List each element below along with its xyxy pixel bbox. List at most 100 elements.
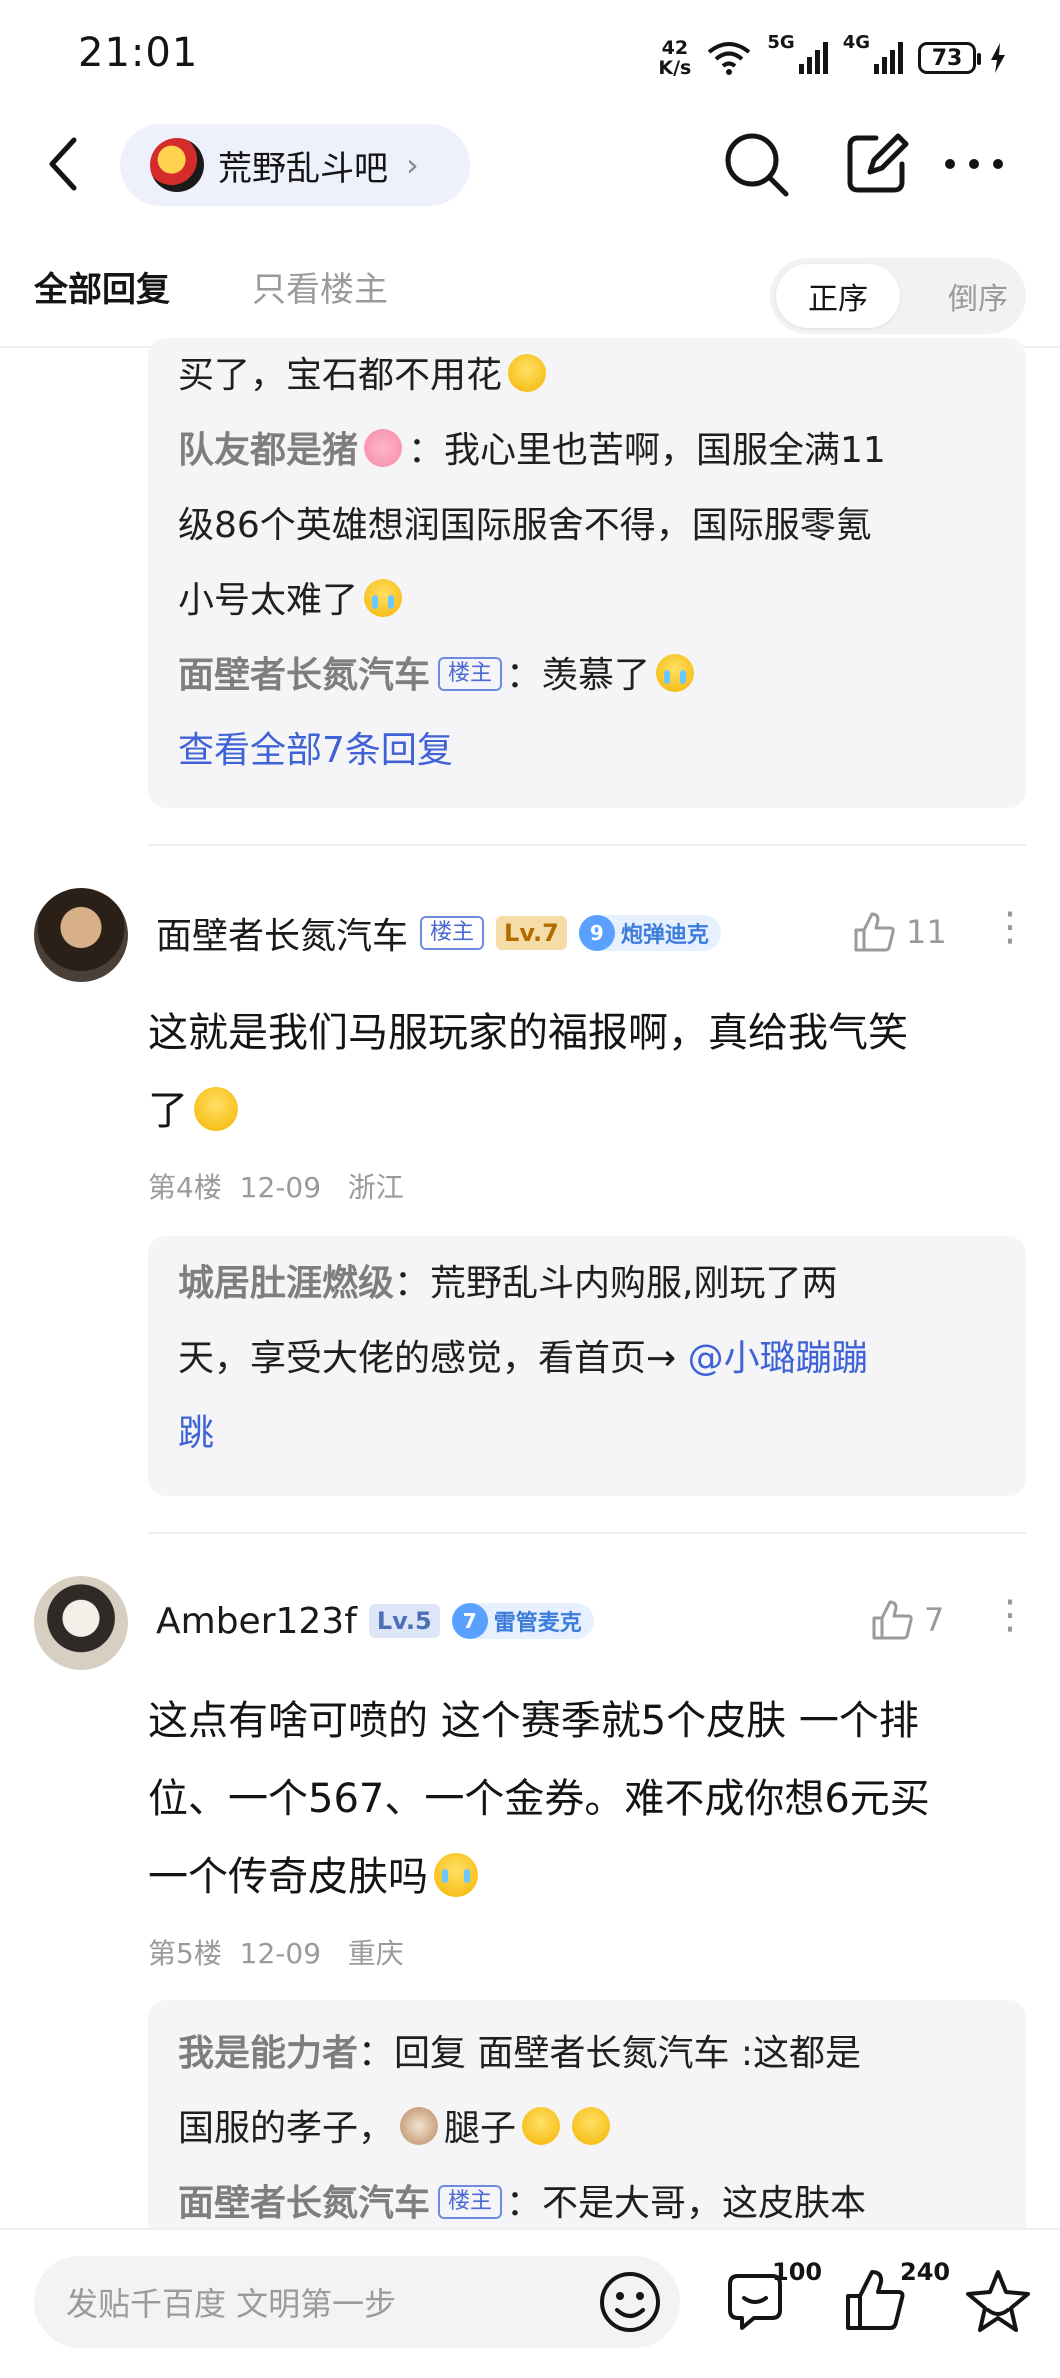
battery-icon: 73 — [918, 42, 981, 74]
crying-emoji-icon — [364, 579, 403, 617]
post-divider — [148, 1532, 1026, 1534]
level-badge: Lv.7 — [496, 916, 567, 950]
reply-author[interactable]: 我是能力者 — [178, 2033, 358, 2074]
net-speed-unit: K/s — [658, 57, 692, 79]
smile-emoji-icon — [522, 2107, 561, 2145]
reply-line: 级86个英雄想润国际服舍不得，国际服零氪 — [178, 488, 996, 563]
post-text: 一个传奇皮肤吗 — [148, 1854, 428, 1900]
comment-count: 100 — [772, 2258, 823, 2286]
comment-input[interactable]: 发贴千百度 文明第一步 — [34, 2256, 680, 2348]
reply-author[interactable]: 队友都是猪 — [178, 430, 358, 471]
reply-text: 买了，宝石都不用花 — [178, 355, 503, 396]
sort-toggle: 正序 倒序 — [770, 258, 1026, 334]
tab-owner-only[interactable]: 只看楼主 — [252, 262, 388, 311]
view-all-replies-link[interactable]: 查看全部7条回复 — [178, 730, 453, 771]
medal-name: 雷管麦克 — [493, 1611, 582, 1636]
like-count: 11 — [906, 913, 947, 951]
post-location: 浙江 — [347, 1171, 404, 1204]
like-button[interactable]: 7 — [870, 1598, 944, 1642]
status-time: 21:01 — [78, 30, 199, 76]
more-vertical-icon[interactable]: ⋮ — [990, 904, 1030, 950]
avatar[interactable] — [34, 1576, 128, 1670]
username[interactable]: Amber123f — [156, 1601, 357, 1642]
owner-tag: 楼主 — [438, 657, 503, 691]
medal-badge: 9 炮弹迪克 — [578, 915, 721, 951]
post-date: 12-09 — [239, 1171, 322, 1204]
bottom-like-button[interactable]: 240 — [840, 2258, 950, 2342]
owner-tag: 楼主 — [420, 916, 485, 950]
yum-emoji-icon — [508, 354, 547, 392]
owner-tag: 楼主 — [438, 2185, 503, 2219]
medal-number: 7 — [451, 1603, 488, 1639]
reply-text: ：我心里也苦啊，国服全满11 — [408, 430, 886, 471]
smile-emoji-icon — [572, 2107, 611, 2145]
sort-desc-button[interactable]: 倒序 — [948, 264, 1008, 328]
thumbs-up-icon — [854, 912, 895, 952]
laughing-emoji-icon — [194, 1087, 238, 1131]
username[interactable]: 面壁者长氮汽车 — [156, 907, 408, 959]
reply-box-floor-3[interactable]: 买了，宝石都不用花 队友都是猪 ：我心里也苦啊，国服全满11 级86个英雄想润国际… — [148, 338, 1026, 808]
status-icons: 42 K/s 5G 4G 73 — [658, 32, 1006, 84]
emoji-icon[interactable] — [590, 2262, 670, 2342]
network-speed: 42 K/s — [658, 38, 691, 78]
forum-logo — [150, 138, 204, 192]
post-text-line: 这点有啥可喷的 这个赛季就5个皮肤 一个排 — [148, 1698, 919, 1744]
level-badge: Lv.5 — [368, 1604, 440, 1638]
battery-level: 73 — [931, 45, 963, 71]
comments-button[interactable]: 100 — [720, 2258, 830, 2342]
like-count: 7 — [924, 1601, 945, 1639]
post-user-row: 面壁者长氮汽车 楼主 Lv.7 9 炮弹迪克 — [156, 908, 721, 958]
reply-text: ：回复 面壁者长氮汽车 :这都是 — [358, 2033, 862, 2074]
post-content: 这就是我们马服玩家的福报啊，真给我气笑 了 — [148, 994, 1008, 1150]
edit-icon[interactable] — [840, 128, 912, 200]
reply-line: 面壁者长氮汽车 楼主 ：羡慕了 — [178, 638, 996, 713]
reply-text: 腿子 — [444, 2108, 517, 2149]
thumbs-up-icon — [872, 1600, 913, 1640]
reply-box-floor-5[interactable]: 我是能力者：回复 面壁者长氮汽车 :这都是 国服的孝子， 腿子 面壁者长氮汽车 楼主… — [148, 2000, 1026, 2260]
post-location: 重庆 — [347, 1937, 404, 1970]
sort-asc-button[interactable]: 正序 — [776, 264, 900, 328]
reply-line: 查看全部7条回复 — [178, 713, 996, 788]
charging-icon — [991, 43, 1005, 73]
post-text-line: 位、一个567、一个金券。难不成你想6元买 — [148, 1776, 930, 1822]
signal-5g-label: 5G — [767, 32, 795, 53]
comment-input-placeholder: 发贴千百度 文明第一步 — [66, 2285, 397, 2323]
reply-text: 级86个英雄想润国际服舍不得，国际服零氪 — [178, 505, 872, 546]
star-icon[interactable] — [958, 2262, 1038, 2342]
reply-author[interactable]: 城居肚涯燃级 — [178, 1263, 394, 1304]
forum-chip[interactable]: 荒野乱斗吧 › — [120, 124, 470, 206]
reply-line: 我是能力者：回复 面壁者长氮汽车 :这都是 — [178, 2016, 996, 2091]
reply-text: 小号太难了 — [178, 580, 359, 621]
floor-number: 第4楼 — [148, 1171, 222, 1204]
signal-icon — [798, 42, 828, 74]
reply-line: 天，享受大佬的感觉，看首页→ @小璐蹦蹦 — [178, 1321, 996, 1396]
post-text-line: 这就是我们马服玩家的福报啊，真给我气笑 — [148, 1010, 908, 1056]
search-icon[interactable] — [720, 128, 792, 200]
post-divider — [148, 844, 1026, 846]
more-vertical-icon[interactable]: ⋮ — [990, 1592, 1030, 1638]
medal-number: 9 — [578, 915, 615, 951]
post-user-row: Amber123f Lv.5 7 雷管麦克 — [156, 1596, 594, 1646]
reply-text: ：羡慕了 — [506, 655, 651, 696]
floor-number: 第5楼 — [148, 1937, 222, 1970]
reply-box-floor-4[interactable]: 城居肚涯燃级：荒野乱斗内购服,刚玩了两 天，享受大佬的感觉，看首页→ @小璐蹦蹦… — [148, 1236, 1026, 1496]
avatar[interactable] — [34, 888, 128, 982]
like-button[interactable]: 11 — [852, 910, 947, 954]
reply-text: ：荒野乱斗内购服,刚玩了两 — [394, 1263, 838, 1304]
back-icon[interactable] — [44, 136, 84, 192]
dog-emoji-icon — [400, 2107, 439, 2145]
reply-author[interactable]: 面壁者长氮汽车 — [178, 655, 430, 696]
reply-author[interactable]: 面壁者长氮汽车 — [178, 2183, 430, 2224]
reply-line: 买了，宝石都不用花 — [178, 338, 996, 413]
tab-all-replies[interactable]: 全部回复 — [34, 262, 170, 311]
signal-icon-2 — [874, 42, 903, 74]
pig-emoji-icon — [364, 429, 403, 467]
mention-link[interactable]: 跳 — [178, 1413, 214, 1454]
more-icon[interactable] — [938, 128, 1010, 200]
post-content: 这点有啥可喷的 这个赛季就5个皮肤 一个排 位、一个567、一个金券。难不成你想… — [148, 1682, 1008, 1916]
reply-line: 国服的孝子， 腿子 — [178, 2091, 996, 2166]
forum-name: 荒野乱斗吧 — [218, 148, 388, 189]
medal-badge: 7 雷管麦克 — [451, 1603, 594, 1639]
mention-link[interactable]: @小璐蹦蹦 — [688, 1338, 868, 1379]
crying-emoji-icon — [656, 654, 695, 692]
